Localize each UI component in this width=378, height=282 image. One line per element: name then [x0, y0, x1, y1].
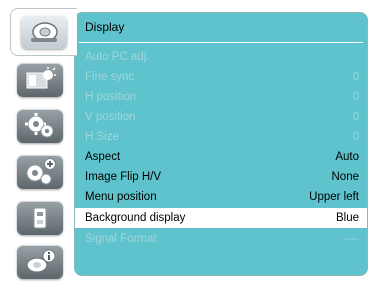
setup-gear-icon	[17, 109, 63, 143]
menu-item-value: Auto	[335, 151, 359, 163]
menu-item-menu-position[interactable]: Menu position Upper left	[75, 187, 367, 207]
menu-item-value: 0	[352, 91, 359, 103]
tab-expanded-settings[interactable]	[10, 152, 70, 192]
menu-item-label: Auto PC adj.	[85, 51, 150, 63]
menu-item-value: 0	[352, 71, 359, 83]
menu-item-fine-sync: Fine sync 0	[75, 67, 367, 87]
tab-picture[interactable]	[10, 60, 70, 100]
menu-item-label: H.Size	[85, 131, 119, 143]
menu-item-value: 0	[352, 131, 359, 143]
menu-item-value: Blue	[335, 212, 359, 224]
menu-item-value: None	[331, 171, 360, 183]
menu-item-label: Signal Format	[85, 233, 157, 245]
tab-display[interactable]	[10, 8, 77, 56]
menu-item-label: Fine sync	[85, 71, 135, 83]
menu-item-signal-format: Signal Format ----	[75, 229, 367, 249]
expanded-settings-gear-icon	[17, 155, 63, 189]
osd-menu: Display Auto PC adj. Fine sync 0 H posit…	[4, 6, 374, 279]
menu-item-label: V position	[85, 111, 136, 123]
menu-item-value: Upper left	[309, 191, 359, 203]
menu-item-label: H position	[85, 91, 137, 103]
menu-item-h-position: H position 0	[75, 87, 367, 107]
information-icon	[17, 245, 63, 279]
menu-item-image-flip[interactable]: Image Flip H/V None	[75, 167, 367, 187]
menu-item-label: Image Flip H/V	[85, 171, 162, 183]
display-icon	[21, 15, 67, 49]
title-divider	[79, 42, 363, 43]
display-menu-panel: Display Auto PC adj. Fine sync 0 H posit…	[74, 12, 368, 276]
menu-item-auto-pc-adj: Auto PC adj.	[75, 47, 367, 67]
menu-item-label: Menu position	[85, 191, 157, 203]
menu-item-value: 0	[352, 111, 359, 123]
menu-item-v-position: V position 0	[75, 107, 367, 127]
menu-item-background-display[interactable]: Background display Blue	[75, 208, 367, 228]
tab-usb[interactable]	[10, 198, 70, 238]
menu-item-aspect[interactable]: Aspect Auto	[75, 147, 367, 167]
menu-title: Display	[85, 20, 125, 34]
usb-icon	[17, 201, 63, 235]
menu-item-label: Aspect	[85, 151, 121, 163]
menu-item-value: ----	[343, 233, 359, 245]
picture-settings-icon	[17, 63, 63, 97]
tab-information[interactable]	[10, 242, 70, 282]
tab-setup[interactable]	[10, 106, 70, 146]
menu-item-h-size: H.Size 0	[75, 127, 367, 147]
menu-tab-column	[4, 6, 77, 279]
menu-item-label: Background display	[85, 212, 186, 224]
